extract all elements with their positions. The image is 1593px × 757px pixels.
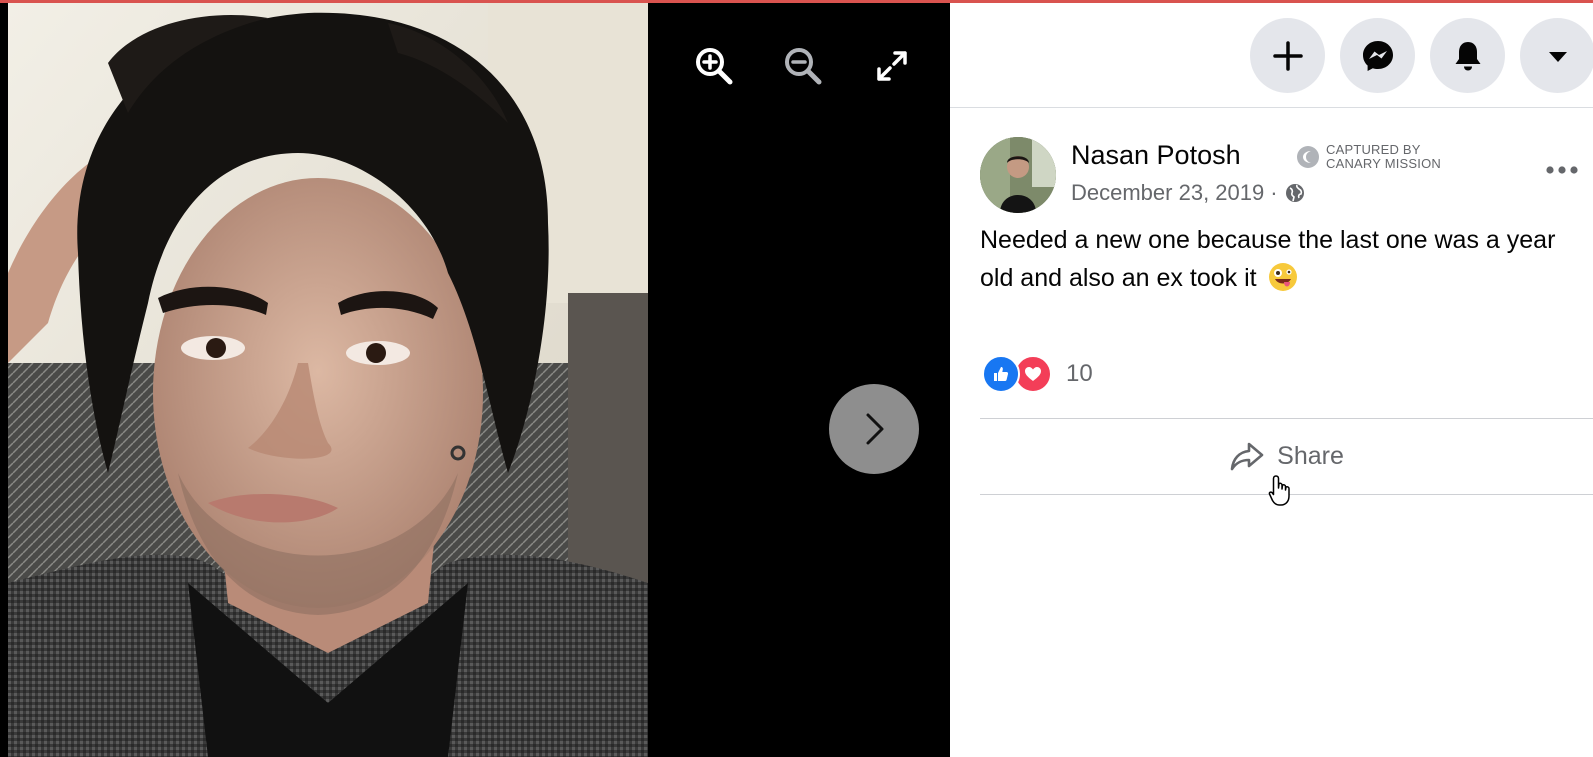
globe-icon	[1285, 184, 1304, 202]
fullscreen-button[interactable]	[870, 44, 914, 88]
caret-down-icon	[1548, 51, 1567, 62]
account-menu-button[interactable]	[1520, 18, 1593, 93]
more-dots-icon	[1546, 166, 1578, 174]
zoom-out-button[interactable]	[781, 44, 825, 88]
zoom-in-icon	[696, 48, 733, 85]
zany-face-emoji	[1268, 262, 1298, 303]
photo-image	[8, 3, 648, 757]
zoom-out-icon	[785, 48, 822, 85]
reaction-count: 10	[1066, 360, 1093, 387]
reactions-summary[interactable]: 10	[982, 355, 1093, 393]
post-meta: December 23, 2019 ·	[1071, 180, 1306, 206]
messenger-button[interactable]	[1340, 18, 1415, 93]
divider	[980, 494, 1593, 495]
divider	[980, 418, 1593, 419]
post-text: Needed a new one because the last one wa…	[980, 221, 1580, 303]
expand-icon	[877, 51, 907, 81]
badge-line-2: CANARY MISSION	[1326, 156, 1442, 171]
photo	[8, 3, 648, 757]
canary-mission-badge: CAPTURED BY CANARY MISSION	[1296, 143, 1441, 171]
badge-line-1: CAPTURED BY	[1326, 142, 1421, 157]
top-navigation-bar	[950, 0, 1593, 108]
chevron-right-icon	[866, 413, 884, 445]
share-arrow-icon	[1230, 442, 1264, 471]
post-panel: Nasan Potosh CAPTURED BY CANARY MISSION …	[950, 0, 1593, 757]
zany-face-icon	[1268, 263, 1297, 291]
photo-viewer	[0, 0, 950, 757]
post-options-button[interactable]	[1540, 155, 1584, 185]
post-date[interactable]: December 23, 2019	[1071, 180, 1264, 206]
share-button[interactable]: Share	[980, 424, 1593, 488]
create-button[interactable]	[1250, 18, 1325, 93]
next-photo-button[interactable]	[829, 384, 919, 474]
author-name[interactable]: Nasan Potosh	[1071, 140, 1241, 171]
like-reaction-icon	[982, 355, 1020, 393]
zoom-in-button[interactable]	[692, 44, 736, 88]
meta-separator: ·	[1270, 180, 1278, 205]
notifications-button[interactable]	[1430, 18, 1505, 93]
canary-badge-icon	[1297, 146, 1319, 168]
top-accent-stripe	[0, 0, 1593, 3]
bell-icon	[1455, 41, 1480, 70]
plus-icon	[1272, 40, 1303, 71]
messenger-icon	[1362, 40, 1393, 71]
author-avatar[interactable]	[980, 137, 1056, 213]
avatar-image	[980, 137, 1056, 213]
share-label: Share	[1277, 441, 1344, 470]
